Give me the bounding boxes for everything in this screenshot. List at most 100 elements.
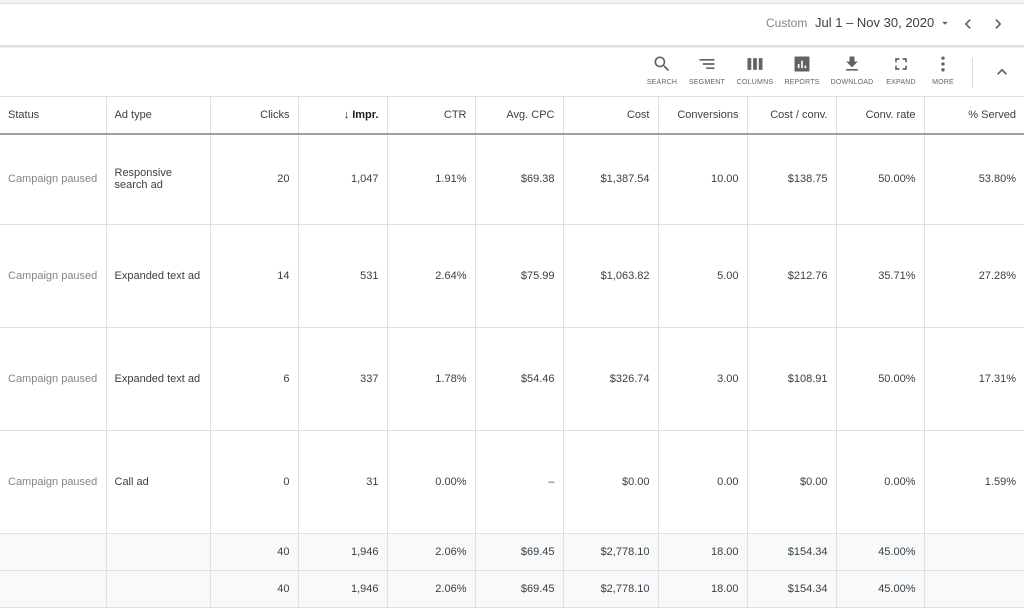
cell-ctr: 1.91% bbox=[387, 134, 476, 225]
cell-cost-per-conv: $212.76 bbox=[747, 224, 837, 328]
cell-ctr: 2.64% bbox=[387, 224, 476, 328]
cell-conversions: 0.00 bbox=[658, 430, 748, 534]
columns-label: COLUMNS bbox=[736, 79, 774, 86]
cell-conversions: 5.00 bbox=[658, 224, 748, 328]
cell-conv-rate: 35.71% bbox=[836, 224, 925, 328]
expand-button[interactable]: EXPAND bbox=[877, 54, 925, 94]
cell-conv-rate: 45.00% bbox=[836, 533, 925, 571]
cell-avg-cpc: – bbox=[475, 430, 564, 534]
cell-cost-per-conv: $154.34 bbox=[747, 533, 837, 571]
cell-ad-type[interactable]: Expanded text ad bbox=[106, 327, 211, 431]
cell-status bbox=[0, 570, 107, 608]
cell-avg-cpc: $69.45 bbox=[475, 570, 564, 608]
col-header-status[interactable]: Status bbox=[0, 97, 107, 135]
cell-status: Campaign paused bbox=[0, 224, 107, 328]
next-period-icon[interactable] bbox=[988, 14, 1008, 34]
download-button[interactable]: DOWNLOAD bbox=[828, 54, 876, 94]
search-button[interactable]: SEARCH bbox=[638, 54, 686, 94]
columns-icon bbox=[747, 58, 763, 70]
cell-cost: $2,778.10 bbox=[563, 533, 659, 571]
cell-cost-per-conv: $108.91 bbox=[747, 327, 837, 431]
cell-impressions: 1,047 bbox=[298, 134, 388, 225]
cell-status bbox=[0, 533, 107, 571]
cell-cost: $326.74 bbox=[563, 327, 659, 431]
cell-ad-type[interactable] bbox=[106, 570, 211, 608]
cell-avg-cpc: $75.99 bbox=[475, 224, 564, 328]
total-row: 40 1,946 2.06% $69.45 $2,778.10 18.00 $154.34 4… bbox=[0, 570, 1024, 608]
cell-clicks: 14 bbox=[210, 224, 299, 328]
col-header-cost[interactable]: Cost bbox=[563, 97, 659, 135]
segment-label: SEGMENT bbox=[688, 79, 725, 86]
cell-conversions: 10.00 bbox=[658, 134, 748, 225]
collapse-icon[interactable] bbox=[992, 62, 1012, 82]
cell-ctr: 0.00% bbox=[387, 430, 476, 534]
cell-ctr: 2.06% bbox=[387, 570, 476, 608]
more-button[interactable]: MORE bbox=[919, 54, 967, 94]
cell-conversions: 3.00 bbox=[658, 327, 748, 431]
col-header-percent-served[interactable]: % Served bbox=[924, 97, 1024, 135]
date-range-picker[interactable]: Jul 1 – Nov 30, 2020 bbox=[815, 15, 934, 30]
cell-conv-rate: 50.00% bbox=[836, 327, 925, 431]
cell-impressions: 1,946 bbox=[298, 570, 388, 608]
cell-impressions: 531 bbox=[298, 224, 388, 328]
ads-table: Status Ad type Clicks ↓ Impr. CTR Avg. CP… bbox=[0, 97, 1024, 608]
cell-clicks: 20 bbox=[210, 134, 299, 225]
cell-cost: $0.00 bbox=[563, 430, 659, 534]
cell-conv-rate: 0.00% bbox=[836, 430, 925, 534]
col-header-conversions[interactable]: Conversions bbox=[658, 97, 748, 135]
cell-cost: $1,063.82 bbox=[563, 224, 659, 328]
cell-ctr: 1.78% bbox=[387, 327, 476, 431]
cell-percent-served bbox=[924, 570, 1024, 608]
more-vert-icon bbox=[941, 56, 945, 72]
col-header-avg-cpc[interactable]: Avg. CPC bbox=[475, 97, 564, 135]
cell-avg-cpc: $69.38 bbox=[475, 134, 564, 225]
cell-clicks: 40 bbox=[210, 570, 299, 608]
cell-impressions: 31 bbox=[298, 430, 388, 534]
col-header-cost-per-conv[interactable]: Cost / conv. bbox=[747, 97, 837, 135]
more-label: MORE bbox=[932, 79, 954, 86]
cell-cost: $2,778.10 bbox=[563, 570, 659, 608]
total-row: 40 1,946 2.06% $69.45 $2,778.10 18.00 $154.34 4… bbox=[0, 533, 1024, 571]
col-header-impressions-label: Impr. bbox=[352, 109, 379, 121]
header-row: Status Ad type Clicks ↓ Impr. CTR Avg. CP… bbox=[0, 97, 1024, 135]
col-header-clicks[interactable]: Clicks bbox=[210, 97, 299, 135]
cell-status: Campaign paused bbox=[0, 134, 107, 225]
segment-icon bbox=[699, 59, 715, 69]
cell-avg-cpc: $69.45 bbox=[475, 533, 564, 571]
cell-conv-rate: 50.00% bbox=[836, 134, 925, 225]
date-range-bar: Custom Jul 1 – Nov 30, 2020 bbox=[0, 4, 1024, 46]
previous-period-icon[interactable] bbox=[958, 14, 978, 34]
cell-cost-per-conv: $0.00 bbox=[747, 430, 837, 534]
segment-button[interactable]: SEGMENT bbox=[683, 54, 731, 94]
cell-ad-type[interactable]: Expanded text ad bbox=[106, 224, 211, 328]
cell-ctr: 2.06% bbox=[387, 533, 476, 571]
cell-impressions: 1,946 bbox=[298, 533, 388, 571]
download-label: DOWNLOAD bbox=[830, 79, 874, 86]
cell-conversions: 18.00 bbox=[658, 570, 748, 608]
cell-ad-type[interactable] bbox=[106, 533, 211, 571]
table-toolbar: SEARCH SEGMENT COLUMNS REPORTS DOWNLOAD … bbox=[0, 48, 1024, 97]
table-row: Campaign paused Expanded text ad 6 337 1.78%… bbox=[0, 327, 1024, 431]
dropdown-arrow-icon[interactable] bbox=[938, 16, 952, 30]
reports-icon bbox=[794, 56, 810, 72]
reports-button[interactable]: REPORTS bbox=[778, 54, 826, 94]
date-range-label: Custom bbox=[766, 16, 808, 30]
cell-conversions: 18.00 bbox=[658, 533, 748, 571]
cell-clicks: 6 bbox=[210, 327, 299, 431]
columns-button[interactable]: COLUMNS bbox=[731, 54, 779, 94]
table-row: Campaign paused Responsive search ad 20 1,0… bbox=[0, 134, 1024, 225]
expand-icon bbox=[895, 58, 907, 70]
cell-clicks: 40 bbox=[210, 533, 299, 571]
col-header-ctr[interactable]: CTR bbox=[387, 97, 476, 135]
col-header-conv-rate[interactable]: Conv. rate bbox=[836, 97, 925, 135]
table-row: Campaign paused Call ad 0 31 0.00% – $0.00 0.00… bbox=[0, 430, 1024, 534]
cell-cost-per-conv: $138.75 bbox=[747, 134, 837, 225]
col-header-impressions[interactable]: ↓ Impr. bbox=[298, 97, 388, 135]
reports-label: REPORTS bbox=[784, 79, 820, 86]
cell-percent-served: 27.28% bbox=[924, 224, 1024, 328]
cell-percent-served: 53.80% bbox=[924, 134, 1024, 225]
cell-ad-type[interactable]: Responsive search ad bbox=[106, 134, 211, 225]
cell-cost: $1,387.54 bbox=[563, 134, 659, 225]
cell-ad-type[interactable]: Call ad bbox=[106, 430, 211, 534]
col-header-ad-type[interactable]: Ad type bbox=[106, 97, 211, 135]
